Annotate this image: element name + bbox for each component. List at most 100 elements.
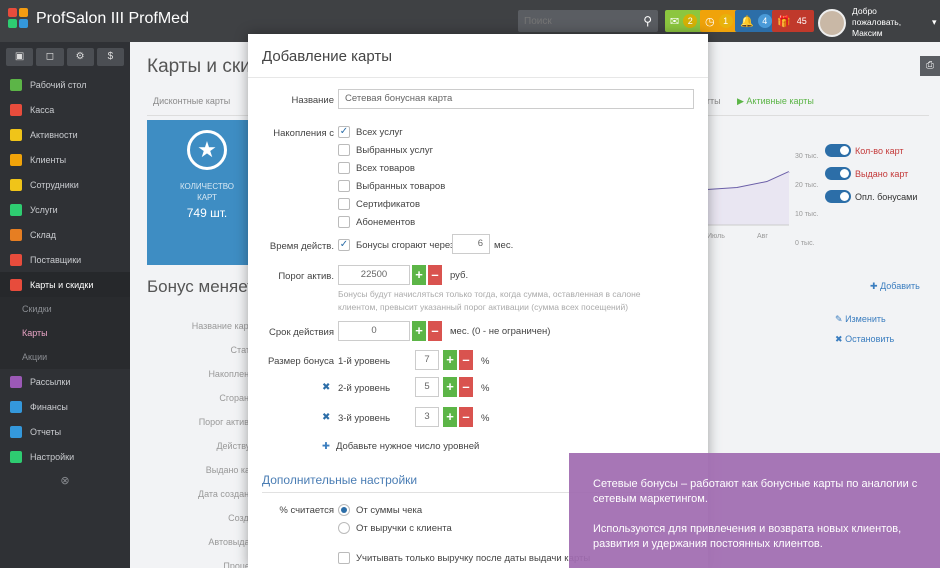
remove-level-2-icon[interactable]: ✖ xyxy=(322,382,330,393)
divider xyxy=(248,77,708,78)
card-name-input[interactable]: Сетевая бонусная карта xyxy=(338,89,694,109)
tool-button-2[interactable]: ◻ xyxy=(36,48,64,66)
sidebar-item-dashboard[interactable]: Рабочий стол xyxy=(0,72,130,97)
radio-client-revenue[interactable] xyxy=(338,522,350,534)
mail-icon xyxy=(10,375,22,388)
sidebar-item-cards[interactable]: Карты и скидки xyxy=(0,272,130,297)
checkbox[interactable] xyxy=(338,552,350,564)
sidebar-item-cashbox[interactable]: Касса xyxy=(0,97,130,122)
messages-button[interactable]: ✉ 2 xyxy=(665,10,703,32)
sidebar-item-staff[interactable]: Сотрудники xyxy=(0,172,130,197)
accum-all-services[interactable]: ✓ Всех услуг xyxy=(338,126,403,138)
level-1-label: 1-й уровень xyxy=(338,356,391,367)
level-2-unit: % xyxy=(481,383,490,394)
tool-button-1[interactable]: ▣ xyxy=(6,48,34,66)
level-3-plus-button[interactable]: + xyxy=(443,407,457,427)
accum-all-products[interactable]: Всех товаров xyxy=(338,162,415,174)
checkbox[interactable] xyxy=(338,162,350,174)
level-3-input[interactable]: 3 xyxy=(415,407,439,427)
brand[interactable]: ProfSalon III ProfMed xyxy=(8,8,189,30)
reminders-button[interactable]: ◷ 1 xyxy=(700,10,738,32)
legend-cards-count[interactable]: Кол-во карт xyxy=(825,144,917,157)
print-icon[interactable]: ⎙ xyxy=(920,56,940,76)
tab-active-cards[interactable]: ▶ Активные карты xyxy=(737,96,814,107)
sidebar-subitem-discounts[interactable]: Скидки xyxy=(0,297,130,321)
accum-subscriptions[interactable]: Абонементов xyxy=(338,216,415,228)
level-1-plus-button[interactable]: + xyxy=(443,350,457,370)
tab-partial[interactable]: rты xyxy=(707,96,721,106)
pencil-icon: ✎ xyxy=(835,314,843,324)
gifts-button[interactable]: 🎁 45 xyxy=(772,10,814,32)
checkbox[interactable] xyxy=(338,144,350,156)
add-level-link[interactable]: ✚ Добавьте нужное число уровней xyxy=(322,441,479,452)
sidebar-subitem-cards[interactable]: Карты xyxy=(0,321,130,345)
search-icon[interactable]: ⚲ xyxy=(643,14,652,28)
burn-checkbox-row[interactable]: ✓ Бонусы сгорают через xyxy=(338,239,454,251)
toggle-switch[interactable] xyxy=(825,167,851,180)
burn-months-input[interactable]: 6 xyxy=(452,234,490,254)
threshold-unit: руб. xyxy=(450,270,469,281)
legend-cards-issued[interactable]: Выдано карт xyxy=(825,167,917,180)
radio-receipt-sum[interactable] xyxy=(338,504,350,516)
level-3-minus-button[interactable]: – xyxy=(459,407,473,427)
user-menu[interactable]: Добро пожаловать, Максим ▾ xyxy=(818,6,937,39)
term-input[interactable]: 0 xyxy=(338,321,410,341)
level-1-minus-button[interactable]: – xyxy=(459,350,473,370)
accum-certificates[interactable]: Сертификатов xyxy=(338,198,420,210)
sidebar-subitem-promos[interactable]: Акции xyxy=(0,345,130,369)
checkbox[interactable] xyxy=(338,180,350,192)
burn-unit: мес. xyxy=(494,240,514,251)
threshold-minus-button[interactable]: – xyxy=(428,265,442,285)
radio-receipt-sum-label: От суммы чека xyxy=(356,505,423,516)
accum-selected-products[interactable]: Выбранных товаров xyxy=(338,180,445,192)
clock-icon: ◷ xyxy=(705,15,715,28)
sidebar-item-activities[interactable]: Активности xyxy=(0,122,130,147)
toggle-switch[interactable] xyxy=(825,144,851,157)
section-title: Бонус меняет xyxy=(147,277,255,296)
remove-level-3-icon[interactable]: ✖ xyxy=(322,412,330,423)
tab-discount-cards[interactable]: Дисконтные карты xyxy=(153,96,230,106)
option-label: Абонементов xyxy=(356,216,416,228)
level-2-plus-button[interactable]: + xyxy=(443,377,457,397)
edit-link[interactable]: ✎ Изменить xyxy=(835,314,894,325)
level-2-minus-button[interactable]: – xyxy=(459,377,473,397)
search-box[interactable]: ⚲ xyxy=(518,10,658,32)
checkbox[interactable] xyxy=(338,216,350,228)
checkbox-checked[interactable]: ✓ xyxy=(338,239,350,251)
term-plus-button[interactable]: + xyxy=(412,321,426,341)
checkbox-checked[interactable]: ✓ xyxy=(338,126,350,138)
sidebar-item-label: Отчеты xyxy=(30,426,62,437)
sidebar-item-clients[interactable]: Клиенты xyxy=(0,147,130,172)
add-level-label: Добавьте нужное число уровней xyxy=(335,441,480,452)
level-1-input[interactable]: 7 xyxy=(415,350,439,370)
term-minus-button[interactable]: – xyxy=(428,321,442,341)
stop-link[interactable]: ✖ Остановить xyxy=(835,334,894,345)
sidebar-item-finance[interactable]: Финансы xyxy=(0,394,130,419)
only-after-issue-row[interactable]: Учитывать только выручку после даты выда… xyxy=(338,552,590,564)
add-card-link[interactable]: ✚ Добавить xyxy=(870,281,920,292)
search-input[interactable] xyxy=(518,10,630,32)
threshold-hint: Бонусы будут начисляться только тогда, к… xyxy=(338,289,641,312)
sidebar-item-warehouse[interactable]: Склад xyxy=(0,222,130,247)
legend-paid-bonuses[interactable]: Опл. бонусами xyxy=(825,190,917,203)
home-icon xyxy=(10,78,22,91)
sidebar-item-reports[interactable]: Отчеты xyxy=(0,419,130,444)
toggle-switch[interactable] xyxy=(825,190,851,203)
card-actions: ✎ Изменить ✖ Остановить xyxy=(835,314,894,354)
tool-button-4[interactable]: $ xyxy=(96,48,124,66)
checkbox[interactable] xyxy=(338,198,350,210)
add-card-label: Добавить xyxy=(880,281,920,291)
tool-button-3[interactable]: ⚙ xyxy=(66,48,94,66)
chevron-down-icon[interactable]: ▾ xyxy=(932,17,937,28)
accum-selected-services[interactable]: Выбранных услуг xyxy=(338,144,433,156)
sidebar-item-mailings[interactable]: Рассылки xyxy=(0,369,130,394)
sidebar-item-settings[interactable]: Настройки xyxy=(0,444,130,469)
sidebar-collapse-button[interactable]: ⊗ xyxy=(0,469,130,493)
threshold-input[interactable]: 22500 xyxy=(338,265,410,285)
threshold-plus-button[interactable]: + xyxy=(412,265,426,285)
sidebar-item-label: Услуги xyxy=(30,204,58,215)
alerts-button[interactable]: 🔔 4 xyxy=(735,10,777,32)
sidebar-item-services[interactable]: Услуги xyxy=(0,197,130,222)
sidebar-item-suppliers[interactable]: Поставщики xyxy=(0,247,130,272)
level-2-input[interactable]: 5 xyxy=(415,377,439,397)
